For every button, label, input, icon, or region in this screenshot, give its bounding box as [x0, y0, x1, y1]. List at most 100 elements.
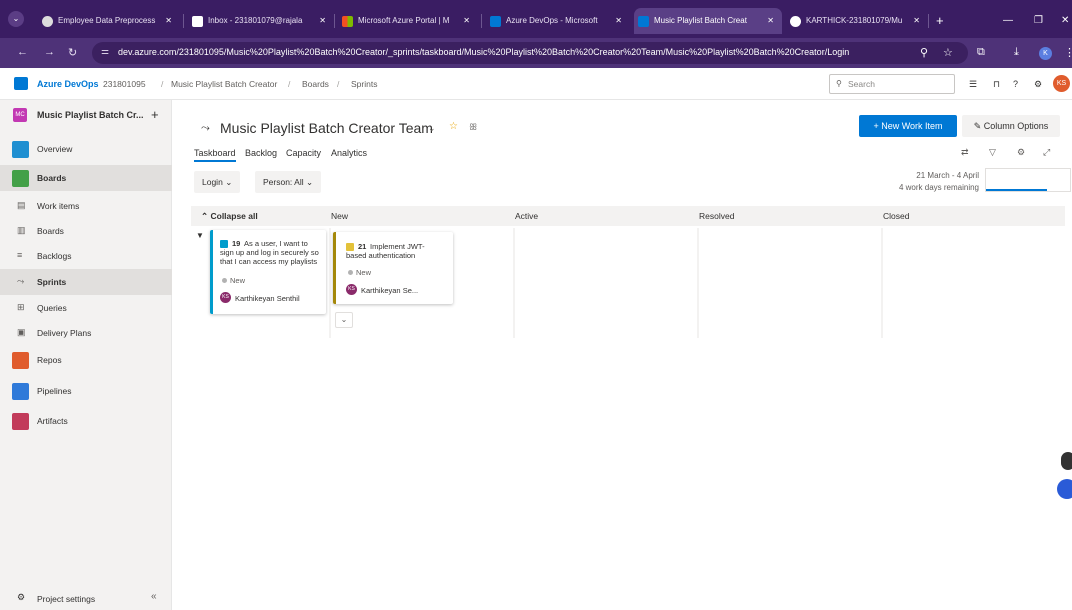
card-title[interactable]: Implement JWT-based authentication: [346, 242, 440, 260]
new-work-item-button[interactable]: + New Work Item: [859, 115, 957, 137]
card-state[interactable]: New: [356, 268, 371, 277]
card-type-stripe: [333, 232, 336, 304]
browser-tab[interactable]: Azure DevOps - Microsoft ✕: [486, 8, 630, 34]
parent-card[interactable]: 19 As a user, I want to sign up and log …: [210, 230, 326, 314]
browser-menu-icon[interactable]: ⋮: [1064, 46, 1072, 59]
tab-capacity[interactable]: Capacity: [286, 148, 321, 158]
sidebar: MC Music Playlist Batch Cr... + Overview…: [0, 100, 172, 610]
extensions-icon[interactable]: ⧉: [977, 46, 985, 59]
collapse-sidebar-icon[interactable]: «: [151, 591, 157, 602]
collapse-all-button[interactable]: ⌃ Collapse all: [201, 211, 258, 222]
iteration-dropdown[interactable]: Login ⌄: [194, 171, 241, 193]
project-selector[interactable]: MC Music Playlist Batch Cr... +: [0, 100, 172, 130]
browser-tab[interactable]: KARTHICK-231801079/Mu ✕: [786, 8, 928, 34]
assignee-avatar: KS: [346, 284, 357, 295]
close-icon[interactable]: ✕: [615, 8, 622, 34]
page-title[interactable]: Music Playlist Batch Creator Team: [220, 120, 433, 136]
close-icon[interactable]: ✕: [913, 8, 920, 34]
address-bar[interactable]: ⚌ dev.azure.com/231801095/Music%20Playli…: [92, 42, 968, 64]
sidebar-item-label: Boards: [37, 173, 67, 183]
close-icon[interactable]: ✕: [319, 8, 326, 34]
sidebar-item-delivery-plans[interactable]: ▣ Delivery Plans: [0, 320, 172, 346]
floating-extension-button[interactable]: [1061, 452, 1072, 470]
user-settings-icon[interactable]: ⚙: [1034, 79, 1042, 90]
sidebar-item-artifacts[interactable]: Artifacts: [0, 408, 172, 434]
azure-devops-icon: [638, 16, 649, 27]
azure-devops-logo-icon[interactable]: [14, 77, 28, 90]
close-icon[interactable]: ✕: [767, 8, 774, 34]
new-tab-button[interactable]: +: [936, 8, 944, 34]
bookmark-star-icon[interactable]: ☆: [943, 46, 953, 59]
settings-icon[interactable]: ⚙: [1017, 147, 1025, 158]
breadcrumb-org[interactable]: 231801095: [103, 79, 146, 89]
downloads-icon[interactable]: ⤓: [1014, 46, 1019, 59]
sidebar-item-work-items[interactable]: ▤ Work items: [0, 193, 172, 219]
card-assignee[interactable]: Karthikeyan Se...: [361, 286, 418, 295]
project-settings[interactable]: ⚙ Project settings «: [0, 586, 172, 610]
close-window-button[interactable]: ✕: [1061, 8, 1069, 34]
add-icon[interactable]: +: [151, 107, 159, 122]
fullscreen-icon[interactable]: ⤢: [1043, 147, 1050, 158]
sidebar-item-queries[interactable]: ⊞ Queries: [0, 295, 172, 321]
sidebar-item-backlogs[interactable]: ≡ Backlogs: [0, 243, 172, 269]
browser-toolbar: ← → ↻ ⚌ dev.azure.com/231801095/Music%20…: [0, 38, 1072, 68]
card-assignee[interactable]: Karthikeyan Senthil: [235, 294, 300, 303]
sidebar-item-sprints[interactable]: ⤳ Sprints: [0, 269, 172, 295]
chevron-down-icon[interactable]: ⌄: [428, 123, 436, 134]
site-info-icon[interactable]: ⚌: [101, 46, 109, 57]
list-settings-icon[interactable]: ☰: [969, 79, 977, 90]
chevron-down-icon: ⌄: [340, 315, 348, 324]
row-collapse-icon[interactable]: ▼: [196, 231, 204, 240]
reload-icon[interactable]: ↻: [68, 46, 77, 59]
tab-title: Azure DevOps - Microsoft: [506, 16, 598, 25]
breadcrumb-separator: /: [337, 79, 340, 89]
browser-tab[interactable]: Employee Data Preprocess ✕: [38, 8, 180, 34]
gear-icon: ⚙: [17, 592, 26, 602]
expand-cards-button[interactable]: ⌄: [335, 312, 353, 328]
breadcrumb-separator: /: [161, 79, 164, 89]
state-dot: [348, 270, 353, 275]
help-icon[interactable]: ?: [1013, 79, 1018, 89]
zoom-icon[interactable]: ⚲: [920, 46, 928, 59]
sidebar-item-repos[interactable]: Repos: [0, 347, 172, 373]
view-options-icon[interactable]: ⇄: [961, 147, 969, 158]
breadcrumb-boards[interactable]: Boards: [302, 79, 329, 89]
filter-icon[interactable]: ▽: [989, 147, 996, 158]
brand-name[interactable]: Azure DevOps: [37, 79, 99, 89]
tab-backlog[interactable]: Backlog: [245, 148, 277, 158]
back-icon[interactable]: ←: [17, 46, 28, 58]
browser-tab[interactable]: Microsoft Azure Portal | M ✕: [338, 8, 478, 34]
maximize-button[interactable]: ❐: [1034, 8, 1043, 34]
tab-analytics[interactable]: Analytics: [331, 148, 367, 158]
marketplace-icon[interactable]: ⊓: [993, 79, 1000, 90]
sidebar-item-boards-sub[interactable]: ▥ Boards: [0, 218, 172, 244]
column-header-new: New: [331, 211, 349, 221]
tab-search-button[interactable]: ⌄: [8, 11, 24, 27]
minimize-button[interactable]: —: [1003, 8, 1013, 34]
close-icon[interactable]: ✕: [165, 8, 172, 34]
card-title[interactable]: As a user, I want to sign up and log in …: [220, 239, 322, 266]
search-input[interactable]: ⚲ Search: [829, 74, 955, 94]
close-icon[interactable]: ✕: [463, 8, 470, 34]
team-members-icon[interactable]: ꕥ: [469, 122, 477, 133]
card-state[interactable]: New: [230, 276, 245, 285]
breadcrumb-project[interactable]: Music Playlist Batch Creator: [171, 79, 277, 89]
sidebar-item-overview[interactable]: Overview: [0, 136, 172, 162]
sidebar-item-pipelines[interactable]: Pipelines: [0, 378, 172, 404]
sidebar-item-boards[interactable]: Boards: [0, 165, 172, 191]
person-filter-dropdown[interactable]: Person: All ⌄: [255, 171, 322, 193]
tab-taskboard[interactable]: Taskboard: [194, 148, 236, 162]
browser-profile-avatar[interactable]: K: [1039, 47, 1052, 60]
forward-icon[interactable]: →: [44, 46, 55, 58]
task-card[interactable]: 21 Implement JWT-based authentication Ne…: [333, 232, 453, 304]
breadcrumb-sprints[interactable]: Sprints: [351, 79, 377, 89]
browser-tab[interactable]: Inbox - 231801079@rajala ✕: [188, 8, 334, 34]
chat-assistant-icon[interactable]: [1057, 479, 1072, 499]
team-icon: ⤳: [201, 122, 210, 134]
breadcrumb-separator: /: [288, 79, 291, 89]
column-options-button[interactable]: ✎ Column Options: [962, 115, 1060, 137]
browser-tab-active[interactable]: Music Playlist Batch Creat ✕: [634, 8, 782, 34]
favorite-star-icon[interactable]: ☆: [449, 121, 458, 132]
chevron-down-icon: ⌄: [306, 177, 314, 187]
user-avatar[interactable]: KS: [1053, 75, 1070, 92]
